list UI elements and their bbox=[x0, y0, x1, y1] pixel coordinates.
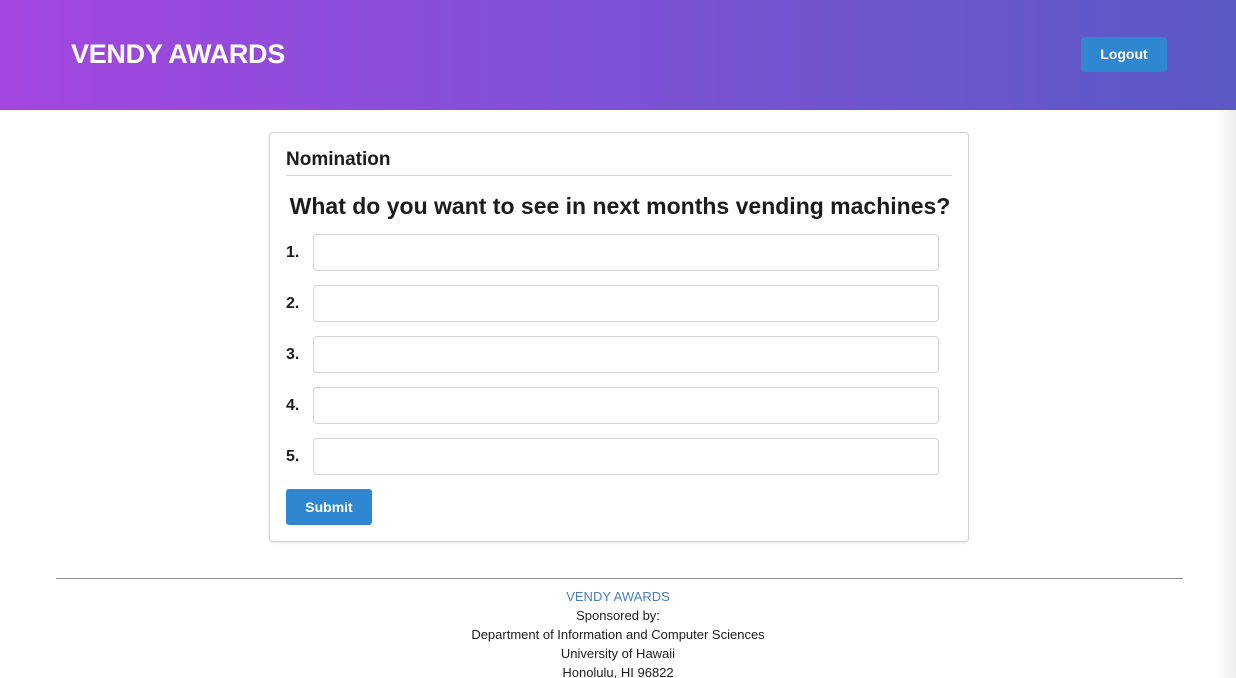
footer-sponsored: Sponsored by: bbox=[576, 608, 660, 623]
nomination-row-4: 4. bbox=[286, 387, 939, 424]
footer-divider bbox=[56, 578, 1183, 579]
card-title: Nomination bbox=[286, 149, 391, 170]
footer: VENDY AWARDS Sponsored by: Department of… bbox=[0, 587, 1236, 678]
row-number-label: 4. bbox=[286, 397, 300, 414]
nomination-input-1[interactable] bbox=[313, 234, 939, 271]
question-heading: What do you want to see in next months v… bbox=[289, 193, 951, 219]
nomination-input-5[interactable] bbox=[313, 438, 939, 475]
nomination-row-2: 2. bbox=[286, 285, 939, 322]
logout-button[interactable]: Logout bbox=[1081, 37, 1167, 72]
nomination-card: Nomination What do you want to see in ne… bbox=[269, 132, 969, 542]
nomination-row-1: 1. bbox=[286, 234, 939, 271]
nomination-input-3[interactable] bbox=[313, 336, 939, 373]
nomination-row-5: 5. bbox=[286, 438, 939, 475]
footer-department: Department of Information and Computer S… bbox=[471, 627, 765, 642]
row-number-label: 1. bbox=[286, 244, 300, 261]
row-number-label: 2. bbox=[286, 295, 300, 312]
footer-brand-link[interactable]: VENDY AWARDS bbox=[0, 587, 1236, 606]
brand-title[interactable]: VENDY AWARDS bbox=[71, 38, 285, 70]
footer-university: University of Hawaii bbox=[560, 646, 676, 661]
submit-button[interactable]: Submit bbox=[286, 489, 372, 525]
nomination-input-2[interactable] bbox=[313, 285, 939, 322]
nomination-row-3: 3. bbox=[286, 336, 939, 373]
nomination-input-4[interactable] bbox=[313, 387, 939, 424]
page: VENDY AWARDS Logout Nomination What do y… bbox=[0, 0, 1236, 678]
card-divider bbox=[286, 175, 952, 176]
top-header: VENDY AWARDS Logout bbox=[0, 0, 1236, 110]
row-number-label: 3. bbox=[286, 346, 300, 363]
footer-address: Honolulu, HI 96822 bbox=[562, 665, 674, 678]
row-number-label: 5. bbox=[286, 448, 300, 465]
